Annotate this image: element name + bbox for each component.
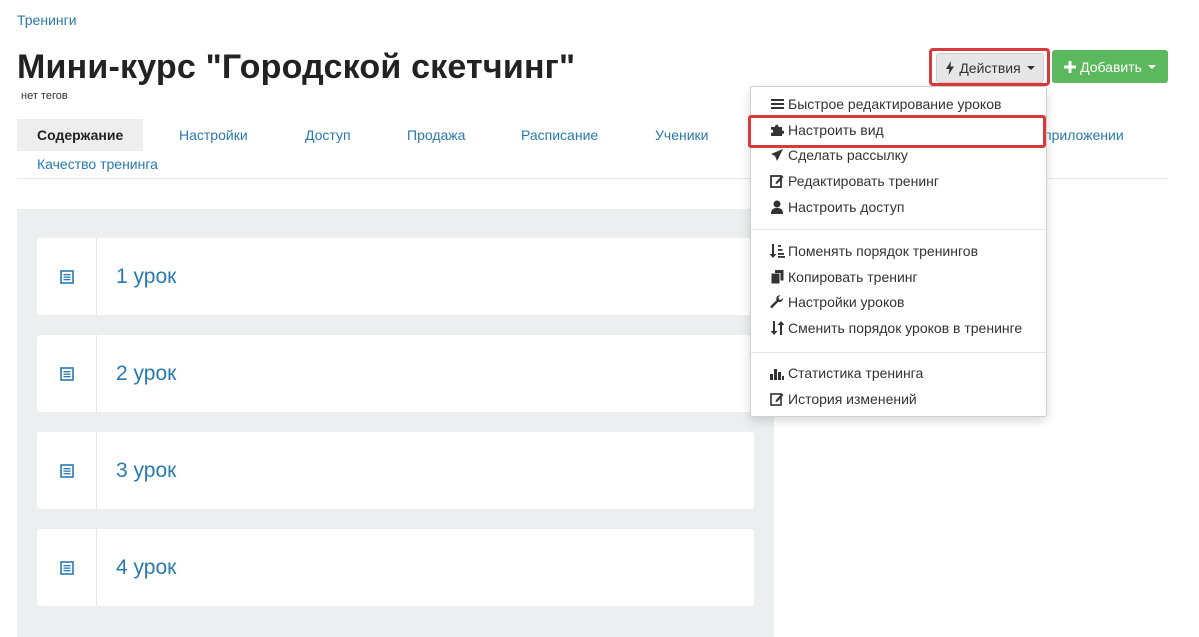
tab-app[interactable]: приложении [1044,127,1124,143]
edit-icon [769,173,785,189]
add-button[interactable]: Добавить [1052,50,1168,83]
menu-item-statistics[interactable]: Статистика тренинга [769,365,923,381]
menu-item-label: Копировать тренинг [788,269,918,285]
bar-chart-icon [769,365,785,381]
lesson-item[interactable]: 1 урок [37,238,754,315]
menu-item-label: Настройки уроков [788,294,905,310]
menu-item-edit-training[interactable]: Редактировать тренинг [769,173,939,189]
sort-arrows-icon [769,320,785,336]
menu-item-lesson-settings[interactable]: Настройки уроков [769,294,904,310]
menu-item-history[interactable]: История изменений [769,391,917,407]
add-button-label: Добавить [1080,58,1142,75]
tab-sales[interactable]: Продажа [407,127,465,143]
menu-item-label: Сделать рассылку [788,147,908,163]
tab-content[interactable]: Содержание [17,119,144,151]
lesson-title[interactable]: 3 урок [97,459,176,483]
tab-quality[interactable]: Качество тренинга [37,156,158,172]
actions-button-label: Действия [959,60,1021,76]
menu-item-label: Настроить доступ [788,199,905,215]
lesson-item[interactable]: 2 урок [37,335,754,412]
tab-schedule[interactable]: Расписание [521,127,598,143]
tab-students[interactable]: Ученики [655,127,708,143]
lesson-title[interactable]: 4 урок [97,556,176,580]
menu-item-label: Редактировать тренинг [788,173,939,189]
lessons-panel: 1 урок 2 урок 3 урок 4 урок [17,209,774,637]
page-title: Мини-курс "Городской скетчинг" [17,48,576,86]
copy-icon [769,269,785,285]
menu-item-label: История изменений [788,391,917,407]
lesson-item[interactable]: 4 урок [37,529,754,606]
list-icon [769,96,785,112]
lesson-icon [59,366,74,381]
menu-item-label: Настроить вид [788,122,884,138]
history-icon [769,391,785,407]
plus-icon [1064,60,1077,73]
tab-access[interactable]: Доступ [305,127,351,143]
menu-divider [751,352,1046,353]
lesson-icon [59,269,74,284]
actions-dropdown-menu: Быстрое редактирование уроков Настроить … [750,86,1047,417]
caret-down-icon [1147,64,1156,69]
breadcrumb-trainings[interactable]: Тренинги [17,12,77,28]
send-icon [769,147,785,163]
menu-item-label: Статистика тренинга [788,365,924,381]
menu-divider [751,229,1046,230]
menu-item-quick-edit[interactable]: Быстрое редактирование уроков [769,96,1001,112]
lesson-icon [59,463,74,478]
menu-item-reorder-trainings[interactable]: Поменять порядок тренингов [769,243,978,259]
menu-item-label: Поменять порядок тренингов [788,243,979,259]
sort-icon [769,243,785,259]
menu-item-label: Быстрое редактирование уроков [788,96,1002,112]
caret-down-icon [1026,66,1035,70]
user-icon [769,199,785,215]
lightning-icon [946,61,955,75]
menu-item-copy-training[interactable]: Копировать тренинг [769,269,918,285]
lesson-title[interactable]: 2 урок [97,362,176,386]
tab-settings[interactable]: Настройки [179,127,248,143]
lesson-title[interactable]: 1 урок [97,265,176,289]
menu-item-configure-access[interactable]: Настроить доступ [769,199,904,215]
menu-item-mailing[interactable]: Сделать рассылку [769,147,908,163]
lesson-icon [59,560,74,575]
puzzle-icon [769,122,785,138]
actions-button[interactable]: Действия [936,53,1044,83]
tags-label: нет тегов [21,90,68,102]
menu-item-change-lesson-order[interactable]: Сменить порядок уроков в тренинге [769,320,1022,336]
lesson-item[interactable]: 3 урок [37,432,754,509]
wrench-icon [769,294,785,310]
menu-item-customize-view[interactable]: Настроить вид [769,122,884,138]
menu-item-label: Сменить порядок уроков в тренинге [788,320,1023,336]
